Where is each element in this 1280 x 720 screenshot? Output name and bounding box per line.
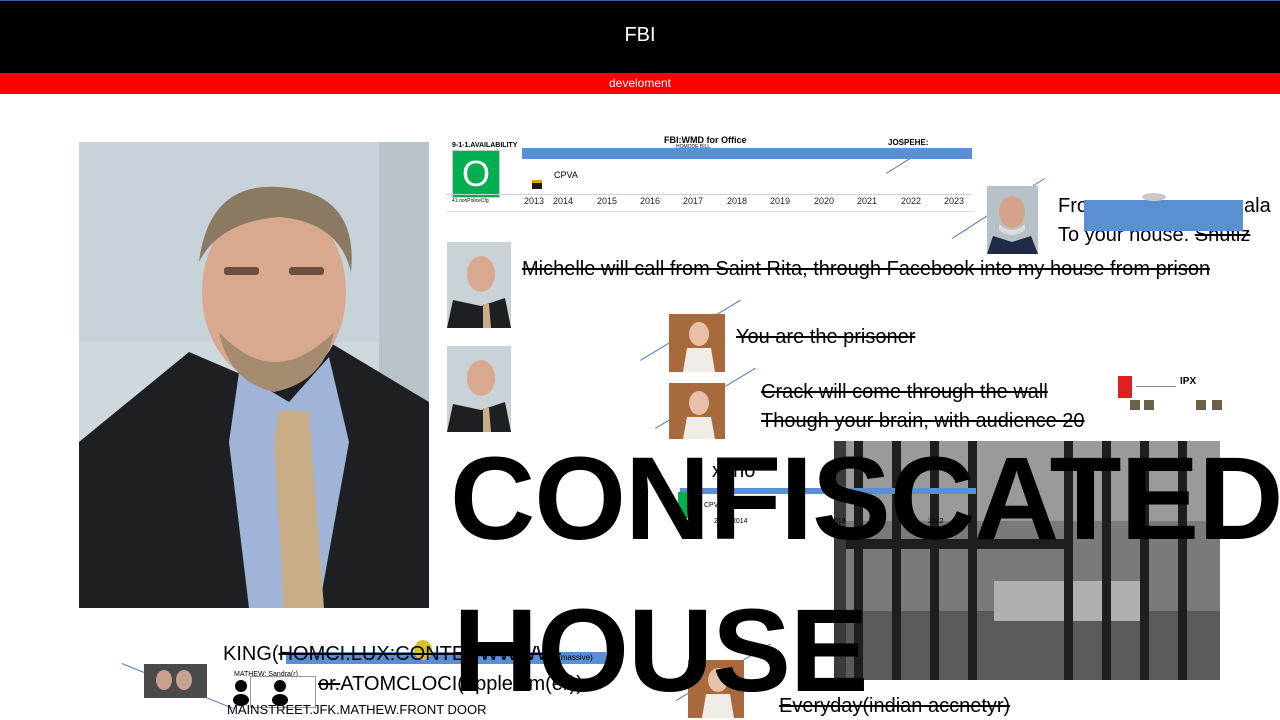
year-label: 2013 (524, 196, 545, 206)
availability-sub: 41.nonPoliceCfg (452, 198, 489, 204)
red-block-icon (1118, 376, 1132, 398)
avatar-speaker (669, 383, 725, 439)
confiscated-heading: CONFISCATED (450, 433, 1280, 565)
jospehe-label: JOSPEHE: (888, 138, 929, 147)
availability-badge: O (452, 150, 500, 198)
house-heading: HOUSE (453, 585, 869, 717)
avatar-older-man (987, 186, 1038, 254)
avatar-man-suit (447, 346, 511, 432)
timeline-bar (522, 148, 972, 159)
mini-photo (1130, 400, 1140, 410)
year-label: 2019 (770, 196, 791, 206)
connector-line (1136, 386, 1176, 387)
year-label: 2018 (727, 196, 748, 206)
year-label: 2017 (683, 196, 704, 206)
mini-photo (1144, 400, 1154, 410)
page-title: FBI (624, 24, 656, 46)
portrait-photo (79, 142, 429, 608)
atom-strike: or. (318, 673, 341, 695)
avatar-man-suit (447, 242, 511, 328)
timeline-underline (446, 211, 974, 212)
mini-photo (1212, 400, 1222, 410)
year-label: 2016 (640, 196, 661, 206)
kiss-photo (144, 664, 207, 698)
year-label: 2015 (597, 196, 618, 206)
michelle-text: Michelle will call from Saint Rita, thro… (522, 258, 1211, 280)
mainstreet-label: MAINSTREET.JFK.MATHEW.FRONT DOOR (227, 702, 487, 717)
prisoner-text: You are the prisoner (736, 326, 916, 348)
mini-photo (1196, 400, 1206, 410)
crack-text-line2: Though your brain, with audience 20 (761, 410, 1085, 432)
timeline-axis (446, 194, 971, 195)
cpva-icon (532, 180, 542, 189)
disc-icon (1142, 193, 1166, 201)
year-label: 2022 (901, 196, 922, 206)
year-label: 2023 (944, 196, 965, 206)
year-label: 2021 (857, 196, 878, 206)
crack-text-line1: Crack will come through the wall (761, 381, 1048, 403)
from-line-end: ala (1244, 195, 1271, 217)
ipx-label: IPX (1180, 376, 1197, 387)
king-prefix: KING( (223, 643, 279, 665)
timeline-chart: 9-1-1.AVAILABILITY O 41.nonPoliceCfg FBI… (446, 130, 976, 212)
avatar-speaker (669, 314, 725, 372)
year-label: 2014 (553, 196, 574, 206)
connector-line (886, 158, 911, 174)
cpva-label: CPVA (554, 170, 578, 180)
page-subtitle: develoment (608, 76, 672, 90)
availability-label: 9-1-1.AVAILABILITY (452, 142, 518, 149)
ipx-diagram: IPX (1116, 372, 1236, 420)
year-label: 2020 (814, 196, 835, 206)
redaction-box (1084, 200, 1243, 231)
timeline-heading-sub: HOMODE BILL (676, 144, 711, 150)
